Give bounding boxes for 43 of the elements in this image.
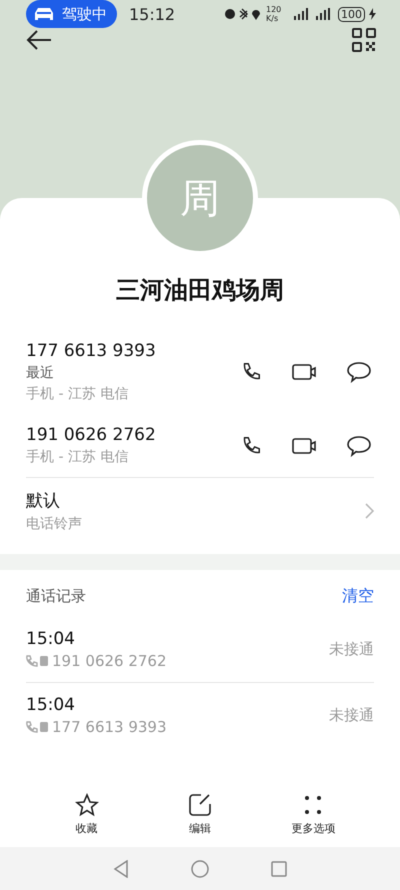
call-status: 未接通 (329, 640, 374, 659)
call-type-icon (26, 655, 50, 667)
call-type-icon (26, 721, 50, 733)
ringtone-title: 默认 (26, 490, 61, 512)
video-camera-icon (292, 436, 318, 456)
call-number: 177 6613 9393 (52, 718, 167, 736)
driving-mode-badge[interactable]: 驾驶中 (26, 0, 117, 28)
charging-icon (369, 8, 376, 20)
clock: 15:12 (129, 4, 176, 24)
status-icons (224, 7, 262, 21)
driving-mode-label: 驾驶中 (62, 4, 107, 24)
battery-level: 100 (338, 6, 365, 22)
number-location: 手机 - 江苏 电信 (26, 448, 130, 466)
message-icon (347, 361, 371, 383)
back-arrow-icon[interactable] (26, 30, 52, 50)
message-icon (347, 434, 371, 456)
qr-code-icon[interactable] (352, 28, 376, 52)
star-icon (74, 793, 99, 817)
back-nav-icon[interactable] (113, 860, 129, 878)
contact-name: 三河油田鸡场周 (115, 275, 285, 306)
car-icon (34, 7, 54, 21)
phone-number: 191 0626 2762 (26, 425, 157, 445)
network-speed: 120 K/s (266, 5, 282, 23)
recent-tag: 最近 (26, 364, 212, 382)
number-location: 手机 - 江苏 电信 (26, 385, 130, 403)
edit-icon (188, 793, 212, 817)
clear-button[interactable]: 清空 (342, 586, 374, 607)
ringtone-row[interactable]: 默认 电话铃声 (26, 478, 374, 544)
call-time: 15:04 (26, 629, 76, 649)
video-camera-icon (292, 362, 318, 382)
chevron-right-icon (364, 503, 374, 519)
phone-number: 177 6613 9393 (26, 341, 157, 361)
recents-nav-icon[interactable] (271, 861, 287, 877)
action-button[interactable]: 更多选项 (273, 789, 354, 847)
call-number: 191 0626 2762 (52, 652, 167, 670)
home-nav-icon[interactable] (191, 860, 209, 878)
call-time: 15:04 (26, 695, 76, 715)
ringtone-subtitle: 电话铃声 (26, 515, 83, 533)
action-button[interactable]: 编辑 (160, 789, 240, 847)
avatar-initial: 周 (180, 174, 220, 224)
call-log-title: 通话记录 (26, 587, 86, 606)
action-button[interactable]: 收藏 (46, 789, 127, 847)
call-status: 未接通 (329, 706, 374, 725)
